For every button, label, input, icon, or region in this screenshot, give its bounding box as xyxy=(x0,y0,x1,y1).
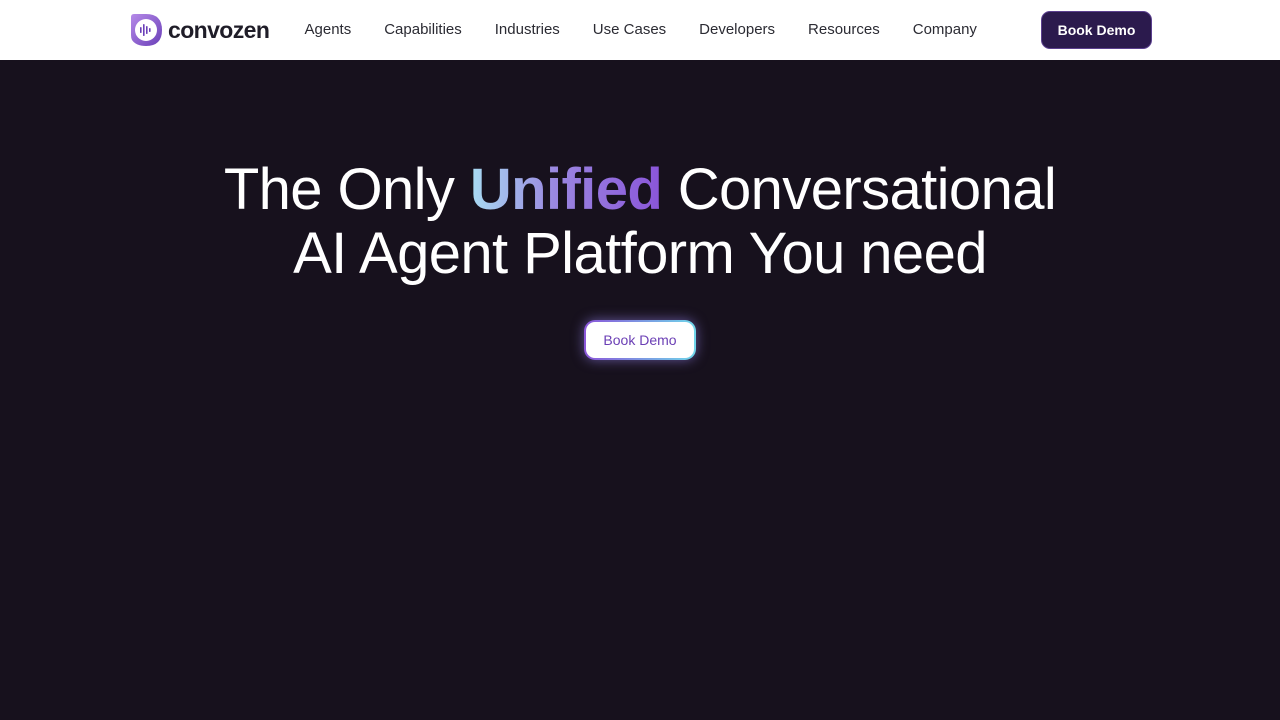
hero-section: The Only Unified Conversational AI Agent… xyxy=(0,60,1280,720)
nav-item-capabilities[interactable]: Capabilities xyxy=(368,0,479,60)
hero-title-prefix: The Only xyxy=(223,157,470,222)
nav-item-company[interactable]: Company xyxy=(896,0,993,60)
hero-title: The Only Unified Conversational AI Agent… xyxy=(0,158,1280,286)
waveform-shield-icon xyxy=(131,14,162,46)
book-demo-nav-button[interactable]: Book Demo xyxy=(1041,11,1152,49)
top-navbar: convozen Agents Capabilities Industries … xyxy=(0,0,1280,60)
brand-name: convozen xyxy=(168,17,270,43)
hero-book-demo-button[interactable]: Book Demo xyxy=(584,320,696,360)
hero-title-highlight: Unified xyxy=(469,157,663,222)
nav-item-agents[interactable]: Agents xyxy=(288,0,368,60)
hero-title-line2: AI Agent Platform You need xyxy=(293,221,987,286)
hero-book-demo-label: Book Demo xyxy=(586,322,694,358)
nav-item-use-cases[interactable]: Use Cases xyxy=(576,0,682,60)
hero-title-line1: The Only Unified Conversational xyxy=(0,158,1280,222)
hero-title-suffix: Conversational xyxy=(662,157,1057,222)
nav-item-developers[interactable]: Developers xyxy=(683,0,792,60)
nav-item-industries[interactable]: Industries xyxy=(478,0,576,60)
main-nav: Agents Capabilities Industries Use Cases… xyxy=(288,0,993,60)
nav-item-resources[interactable]: Resources xyxy=(792,0,897,60)
brand-logo[interactable]: convozen xyxy=(128,13,270,47)
